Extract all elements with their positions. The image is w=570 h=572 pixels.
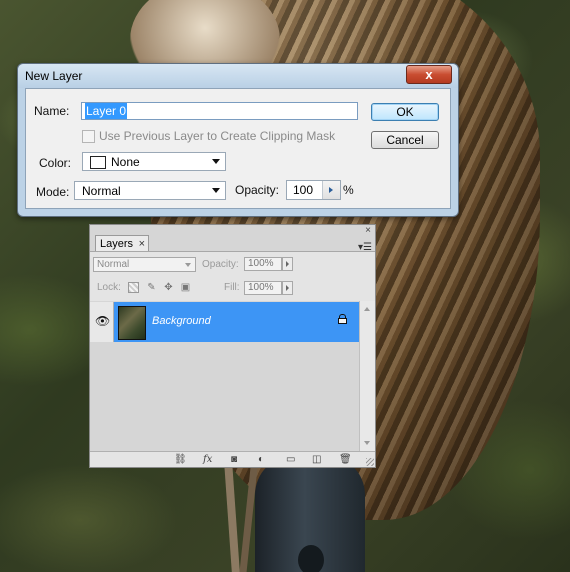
group-folder-icon[interactable]: ▭ [286, 454, 295, 465]
arrow-right-icon [286, 285, 289, 291]
visibility-toggle[interactable]: 👁 [90, 302, 114, 342]
lock-image-brush-icon[interactable]: ✎ [146, 282, 157, 293]
tab-close-icon[interactable]: × [139, 236, 145, 252]
ok-button[interactable]: OK [371, 103, 439, 121]
mode-label: Mode: [36, 185, 70, 199]
fill-field[interactable]: 100% [244, 281, 282, 295]
clipping-mask-option: Use Previous Layer to Create Clipping Ma… [82, 129, 335, 143]
arrow-right-icon [286, 261, 289, 267]
lock-label: Lock: [97, 282, 121, 293]
layers-scrollbar[interactable] [359, 301, 375, 451]
chevron-down-icon [212, 188, 220, 193]
panel-opacity-label: Opacity: [202, 259, 239, 270]
fill-label: Fill: [224, 282, 240, 293]
eye-icon: 👁 [95, 314, 111, 328]
layer-row-background[interactable]: 👁 Background [90, 302, 359, 342]
mode-value: Normal [82, 184, 121, 198]
scroll-up-icon[interactable] [364, 307, 370, 311]
cancel-button[interactable]: Cancel [371, 131, 439, 149]
dialog-title: New Layer [25, 69, 83, 83]
color-value: None [111, 155, 140, 169]
fx-icon[interactable]: fx [203, 454, 212, 465]
trash-icon[interactable]: 🗑 [339, 454, 352, 465]
scroll-down-icon[interactable] [364, 441, 370, 445]
panel-header-strip[interactable] [90, 225, 375, 234]
color-dropdown[interactable]: None [82, 152, 226, 171]
lock-all-icon[interactable]: ▣ [180, 282, 191, 293]
arrow-right-icon [329, 187, 333, 193]
clipping-mask-checkbox [82, 129, 95, 143]
mode-dropdown[interactable]: Normal [74, 181, 226, 200]
dialog-close-button[interactable]: x [406, 65, 452, 84]
panel-close-icon[interactable]: × [365, 225, 371, 236]
opacity-field[interactable]: 100 [286, 180, 341, 200]
chevron-down-icon [212, 159, 220, 164]
opacity-label: Opacity: [235, 183, 280, 197]
opacity-unit: % [343, 183, 354, 197]
lock-transparency-icon[interactable] [128, 282, 139, 293]
color-swatch-icon [90, 156, 106, 169]
name-label: Name: [34, 104, 70, 118]
panel-opacity-field[interactable]: 100% [244, 257, 282, 271]
layers-bottom-toolbar: ⛓ fx ◙ ◐ ▭ ◫ 🗑 [90, 451, 375, 467]
chevron-down-icon [185, 263, 191, 267]
adjustment-icon[interactable]: ◐ [258, 454, 264, 465]
dialog-titlebar[interactable]: New Layer x [18, 64, 458, 88]
lock-position-move-icon[interactable]: ✥ [163, 282, 174, 293]
lock-icon [338, 314, 347, 324]
layers-panel: × Layers × ▾☰ Normal Opacity: 100% Lock:… [89, 224, 376, 468]
opacity-slider-button[interactable] [322, 181, 340, 199]
blend-mode-value: Normal [97, 259, 130, 270]
layer-name-value: Layer 0 [85, 103, 128, 119]
panel-opacity-slider-button[interactable] [282, 257, 293, 271]
blend-mode-dropdown[interactable]: Normal [93, 257, 196, 272]
layers-list: 👁 Background [90, 301, 359, 451]
perch-knob [298, 545, 324, 572]
close-icon: x [425, 67, 433, 82]
lock-options-bar: Lock: ✎ ✥ ▣ Fill: 100% [90, 277, 375, 302]
link-icon[interactable]: ⛓ [174, 454, 187, 465]
color-label: Color: [39, 156, 72, 170]
opacity-value: 100 [293, 183, 314, 197]
layer-name: Background [152, 315, 211, 327]
layer-thumbnail [118, 306, 146, 340]
fill-slider-button[interactable] [282, 281, 293, 295]
new-layer-dialog: New Layer x Name: Layer 0 Use Previous L… [17, 63, 459, 217]
clipping-mask-label: Use Previous Layer to Create Clipping Ma… [99, 129, 336, 143]
tab-layers[interactable]: Layers × [95, 235, 149, 251]
layer-name-field[interactable]: Layer 0 [81, 102, 358, 120]
blend-options-bar: Normal Opacity: 100% [90, 251, 375, 279]
mask-icon[interactable]: ◙ [231, 454, 237, 465]
layer-selection-highlight[interactable]: Background [114, 302, 359, 342]
dialog-body: Name: Layer 0 Use Previous Layer to Crea… [25, 88, 451, 209]
resize-grip-icon[interactable] [366, 458, 374, 466]
tab-layers-label: Layers [100, 238, 134, 250]
new-layer-icon[interactable]: ◫ [312, 454, 321, 465]
